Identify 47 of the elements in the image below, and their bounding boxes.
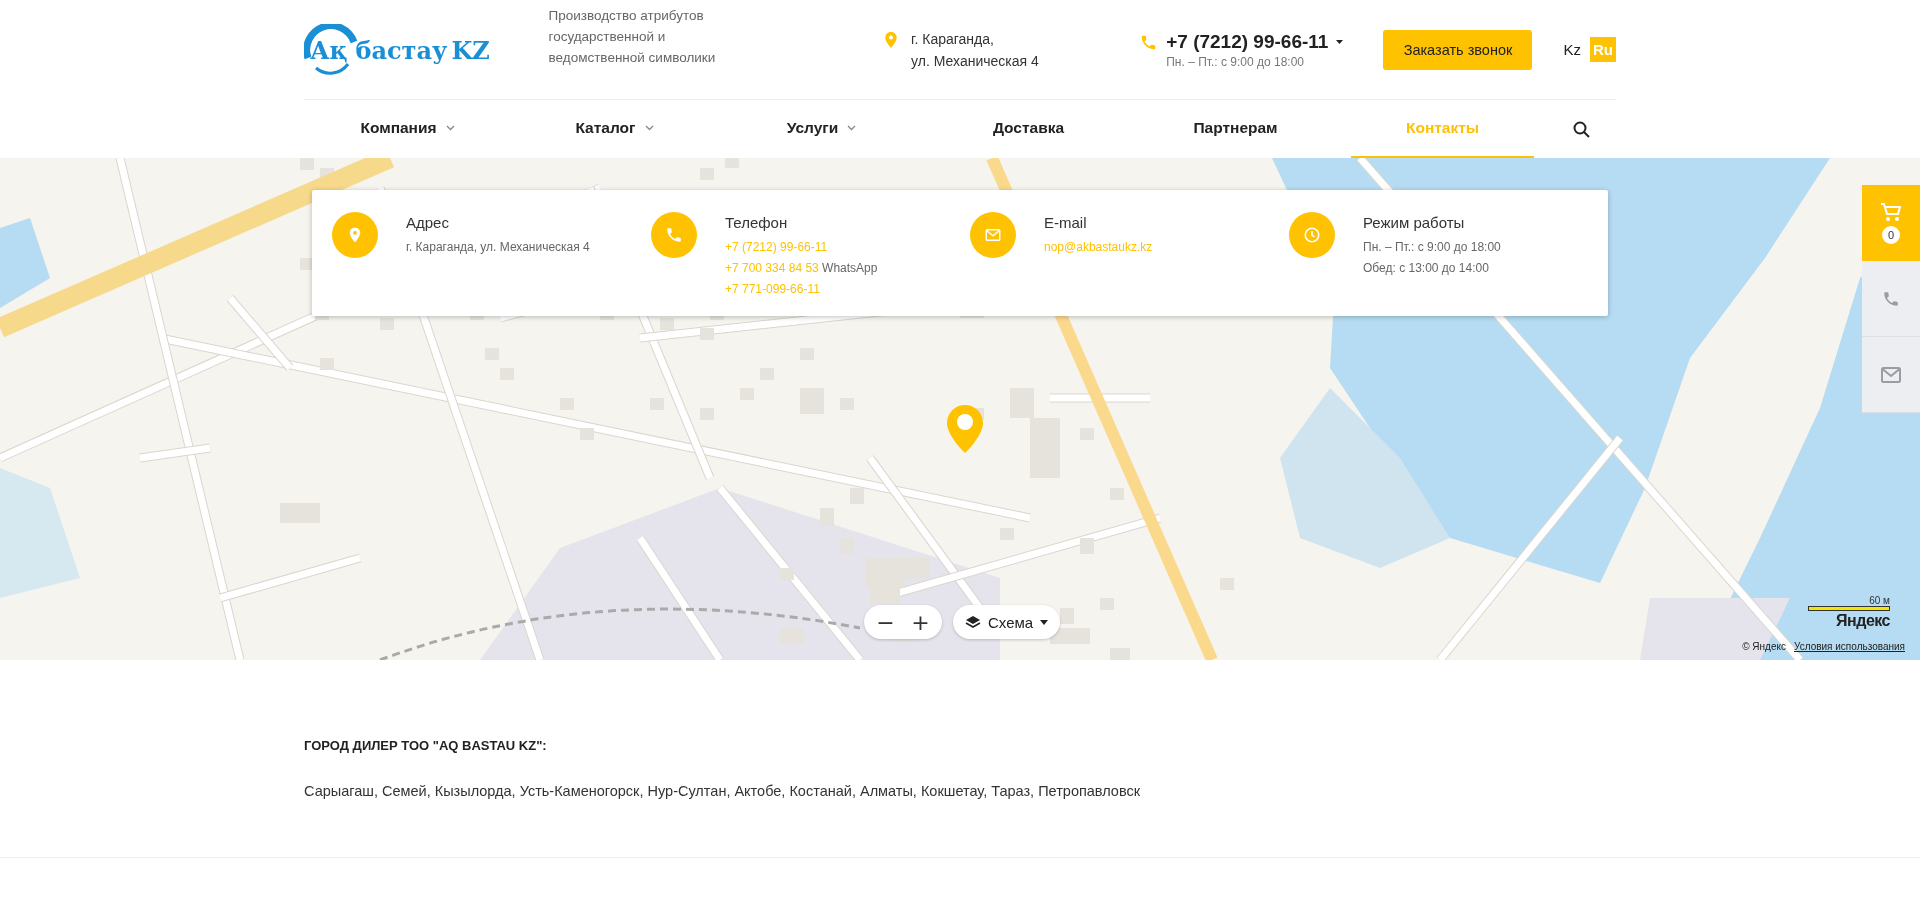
messenger-label: WhatsApp [822,261,878,275]
contact-title: Режим работы [1363,214,1466,231]
cart-count-badge: 0 [1882,226,1900,244]
scale-label: 60 м [1869,595,1890,606]
hours-text: Пн. – Пт.: с 9:00 до 18:00 [1363,240,1501,254]
location-pin-icon [332,212,378,258]
address-text: г. Караганда, ул. Механическая 4 [911,29,1039,71]
contact-title: Адрес [406,214,450,231]
working-hours: Пн. – Пт.: с 9:00 до 18:00 [1166,54,1305,69]
search-icon[interactable] [1572,120,1590,138]
terms-link[interactable]: Условия использования [1794,641,1905,652]
language-option[interactable]: Kz [1560,37,1584,62]
envelope-icon [1881,365,1901,384]
phone-icon [651,212,697,258]
nav-link[interactable]: Каталог [523,100,706,158]
mail-button[interactable] [1862,337,1920,413]
envelope-icon [970,212,1016,258]
caret-icon[interactable] [1336,39,1344,44]
location-pin-icon [883,30,900,49]
dealer-cities: Сарыагаш, Семей, Кызылорда, Усть-Каменогорск, Нур-Султан, Актобе, Костанай, Алматы, Кокшетау, Тараз, Петропавловск [304,783,1142,799]
map-logo: Яндекс [1836,612,1890,630]
phone-icon [1141,34,1157,50]
logo-link[interactable]: Ақ бастау KZ [304,24,513,75]
nav-link[interactable]: Компания [316,100,499,158]
cart-button[interactable]: 0 [1862,185,1920,261]
phone-number[interactable]: +7 (7212) 99-66-11 [1166,30,1329,53]
map-marker-icon [946,404,984,454]
cart-icon [1880,202,1902,222]
nav-link[interactable]: Услуги [730,100,913,158]
logo-swoosh-icon [304,24,358,76]
zoom-in-button[interactable]: + [903,605,938,639]
zoom-out-button[interactable]: − [868,605,903,639]
contact-title: Телефон [725,214,789,231]
nav-link[interactable]: Партнерам [1144,100,1327,158]
callback-button[interactable]: Заказать звонок [1383,29,1533,70]
company-tagline: Производство атрибутов государственной и ведомственной символики [548,7,717,67]
caret-icon [1040,619,1049,625]
layers-icon [965,615,981,629]
dealers-heading: ГОРОД ДИЛЕР ТОО "AQ BASTAU KZ": [304,738,548,753]
address-text: г. Караганда, ул. Механическая 4 [406,240,590,254]
contact-title: E-mail [1044,214,1088,231]
hours-text: Обед: с 13:00 до 14:00 [1363,261,1489,275]
clock-icon [1289,212,1335,258]
map-layer-button[interactable]: Схема [953,605,1061,639]
copyright-text: © Яндекс [1742,641,1786,652]
nav-link[interactable]: Доставка [937,100,1120,158]
phone-icon [1882,289,1900,308]
